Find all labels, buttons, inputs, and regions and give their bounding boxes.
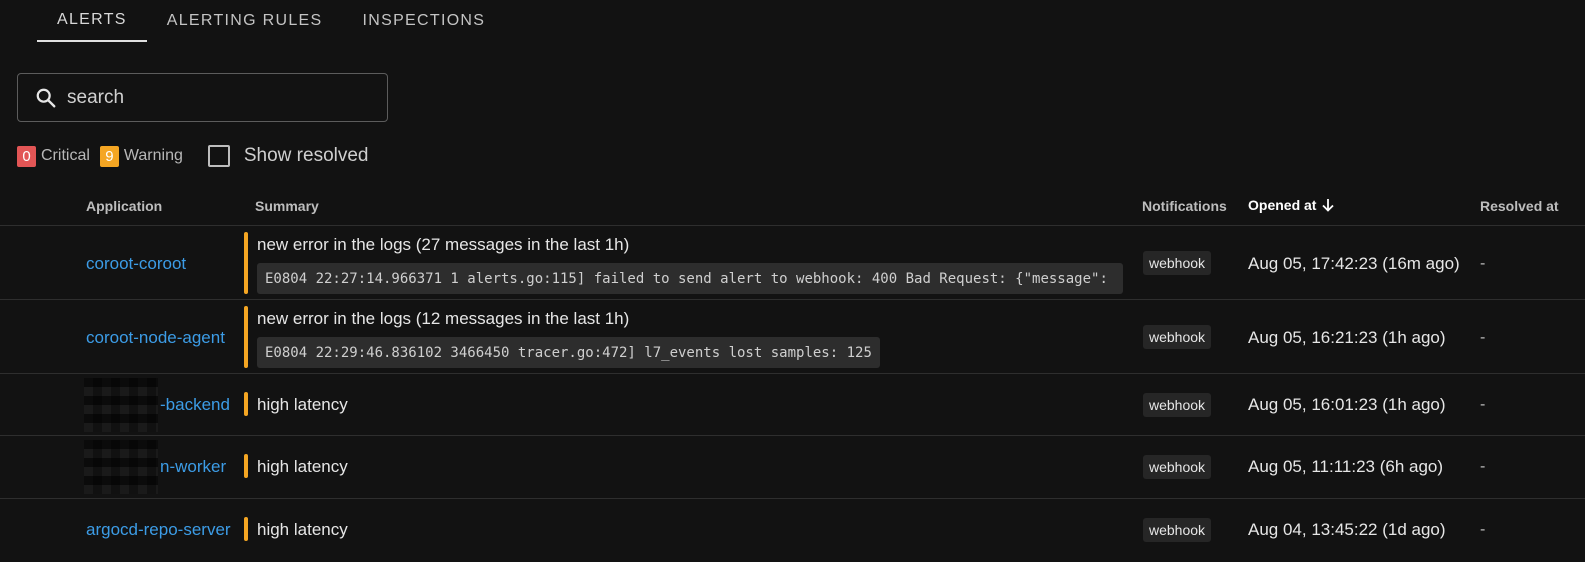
table-row: -backend high latency webhook Aug 05, 16… [0,374,1585,436]
column-header-opened-at-label: Opened at [1248,197,1317,213]
warning-severity-bar [244,232,248,294]
warning-severity-bar [244,454,248,478]
application-link[interactable]: coroot-coroot [86,254,186,274]
tab-alerting-rules[interactable]: ALERTING RULES [147,0,343,42]
log-message-text: E0804 22:27:14.966371 1 alerts.go:115] f… [265,270,1108,287]
alert-summary[interactable]: new error in the logs (12 messages in th… [257,309,629,329]
resolved-at: - [1480,255,1486,272]
alert-summary[interactable]: high latency [257,520,348,540]
notification-badge: webhook [1143,518,1212,542]
opened-at: Aug 05, 11:11:23 (6h ago) [1248,457,1444,476]
tab-bar: ALERTS ALERTING RULES INSPECTIONS [37,0,505,44]
column-header-summary[interactable]: Summary [255,198,319,214]
tab-inspections[interactable]: INSPECTIONS [343,0,506,42]
notification-badge: webhook [1143,455,1212,479]
warning-severity-bar [244,306,248,368]
warning-severity-bar [244,517,248,541]
resolved-at: - [1480,458,1486,475]
alert-summary[interactable]: new error in the logs (27 messages in th… [257,235,629,255]
opened-at: Aug 05, 16:21:23 (1h ago) [1248,328,1446,347]
table-header: Application Summary Notifications Opened… [0,186,1585,226]
search-input[interactable] [67,86,367,109]
search-icon [35,87,57,109]
resolved-at: - [1480,396,1486,413]
table-row: coroot-node-agent new error in the logs … [0,300,1585,374]
critical-count-badge[interactable]: 0 [17,145,36,167]
tab-alerts[interactable]: ALERTS [37,0,147,42]
log-message: E0804 22:29:46.836102 3466450 tracer.go:… [257,337,880,368]
alert-summary[interactable]: high latency [257,395,348,415]
opened-at: Aug 05, 16:01:23 (1h ago) [1248,395,1446,414]
table-row: argocd-repo-server high latency webhook … [0,499,1585,561]
show-resolved-checkbox[interactable] [207,145,230,167]
table-row: n-worker high latency webhook Aug 05, 11… [0,436,1585,499]
column-header-notifications[interactable]: Notifications [1142,198,1227,214]
application-link[interactable]: -backend [160,395,230,415]
warning-filter-label[interactable]: Warning [124,147,183,165]
alerts-table: Application Summary Notifications Opened… [0,186,1585,561]
warning-severity-bar [244,392,248,416]
alert-summary[interactable]: high latency [257,457,348,477]
notification-badge: webhook [1143,251,1212,275]
table-row: coroot-coroot new error in the logs (27 … [0,226,1585,300]
sort-descending-icon [1320,197,1336,213]
redacted-image [84,378,158,432]
application-link[interactable]: argocd-repo-server [86,520,231,540]
show-resolved-label[interactable]: Show resolved [244,145,369,167]
application-link[interactable]: coroot-node-agent [86,328,225,348]
resolved-at: - [1480,329,1486,346]
notification-badge: webhook [1143,393,1212,417]
column-header-resolved-at[interactable]: Resolved at [1480,198,1559,214]
column-header-application[interactable]: Application [86,198,162,214]
notification-badge: webhook [1143,325,1212,349]
critical-filter-label[interactable]: Critical [41,147,90,165]
alerts-page: ALERTS ALERTING RULES INSPECTIONS 0 Crit… [0,0,1585,562]
resolved-at: - [1480,521,1486,538]
column-header-opened-at[interactable]: Opened at [1248,197,1336,213]
log-message-text: E0804 22:29:46.836102 3466450 tracer.go:… [265,344,872,361]
severity-filters: 0 Critical 9 Warning Show resolved [17,144,369,168]
search-box[interactable] [17,73,388,122]
opened-at: Aug 04, 13:45:22 (1d ago) [1248,520,1446,539]
log-message: E0804 22:27:14.966371 1 alerts.go:115] f… [257,263,1123,294]
warning-count-badge[interactable]: 9 [99,145,119,167]
opened-at: Aug 05, 17:42:23 (16m ago) [1248,254,1460,273]
redacted-image [84,440,158,494]
application-link[interactable]: n-worker [160,457,226,477]
